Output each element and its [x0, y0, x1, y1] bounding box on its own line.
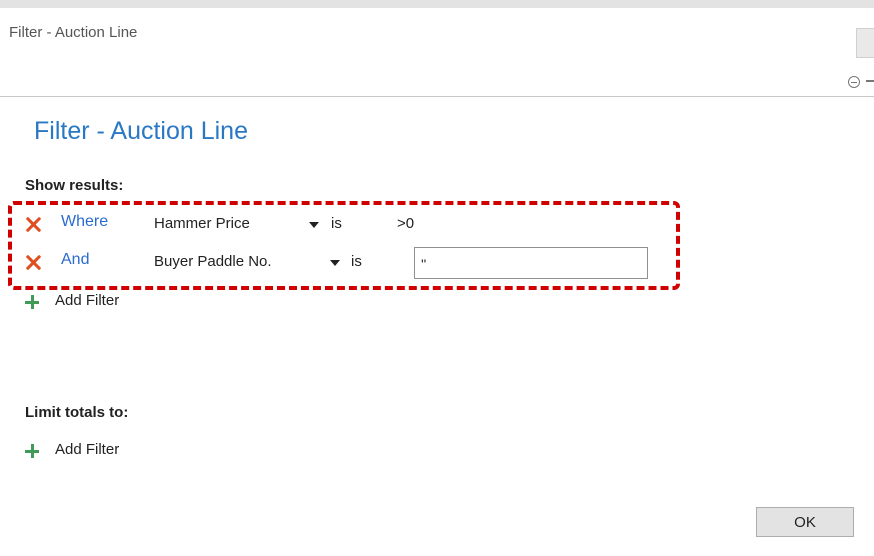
limit-totals-heading: Limit totals to:	[25, 404, 129, 421]
collapse-icon[interactable]	[848, 76, 860, 88]
highlight-annotation-box	[8, 201, 680, 290]
ribbon-toggle-icon[interactable]	[866, 80, 874, 82]
show-results-heading: Show results:	[25, 177, 124, 194]
add-filter-label: Add Filter	[55, 441, 120, 458]
window-control-button[interactable]	[856, 28, 874, 58]
dialog-titlebar: Filter - Auction Line	[0, 8, 874, 97]
ok-button[interactable]: OK	[756, 507, 854, 537]
add-filter-label: Add Filter	[55, 292, 120, 309]
window-title: Filter - Auction Line	[9, 24, 138, 41]
plus-icon	[25, 444, 39, 458]
background-window-strip	[0, 0, 874, 8]
plus-icon	[25, 295, 39, 309]
page-title: Filter - Auction Line	[34, 117, 248, 145]
